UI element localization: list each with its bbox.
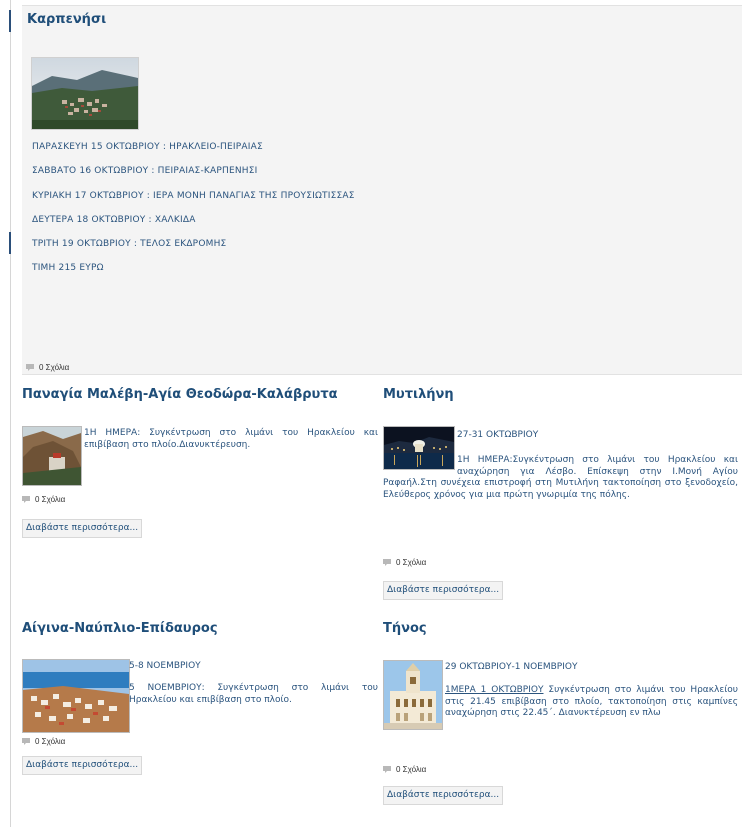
itinerary-line: ΤΡΙΤΗ 19 ΟΚΤΩΒΡΙΟΥ : ΤΕΛΟΣ ΕΚΔΡΟΜΗΣ: [32, 239, 227, 250]
comments-count: 0 Σχόλια: [396, 765, 427, 774]
comments-link[interactable]: 0 Σχόλια: [22, 737, 65, 746]
article-title[interactable]: Μυτιλήνη: [383, 387, 454, 402]
featured-thumbnail[interactable]: [31, 57, 139, 130]
article-date: 27-31 ΟΚΤΩΒΡΙΟΥ: [457, 430, 539, 440]
comments-count: 0 Σχόλια: [35, 495, 66, 504]
article-card: Τήνος 29 ΟΚΤΩΒΡΙΟΥ-1 ΝΟΕΜΒΡΙΟΥ 1ΜΕΡΑ 1 Ο…: [383, 621, 738, 774]
border-marker: [9, 232, 11, 254]
comments-link[interactable]: 0 Σχόλια: [383, 765, 426, 774]
comments-count: 0 Σχόλια: [39, 363, 70, 372]
itinerary-line: ΠΑΡΑΣΚΕΥΗ 15 ΟΚΤΩΒΡΙΟΥ : ΗΡΑΚΛΕΙΟ-ΠΕΙΡΑΙ…: [32, 142, 263, 152]
article-description: 1Η ΗΜΕΡΑ: Συγκέντρωση στο λιμάνι του Ηρα…: [84, 428, 378, 450]
itinerary-list: ΠΑΡΑΣΚΕΥΗ 15 ΟΚΤΩΒΡΙΟΥ : ΗΡΑΚΛΕΙΟ-ΠΕΙΡΑΙ…: [32, 141, 355, 287]
comment-icon: [22, 496, 30, 503]
article-card: Μυτιλήνη 27-31 ΟΚΤΩΒΡΙΟΥ 1Η ΗΜΕΡΑ:Συγκέν…: [383, 387, 738, 567]
border-marker: [9, 10, 11, 32]
article-description: 1Η ΗΜΕΡΑ:Συγκέντρωση στο λιμάνι του Ηρακ…: [383, 455, 738, 501]
float-spacer: [383, 455, 457, 469]
article-thumbnail[interactable]: [22, 659, 130, 733]
article-thumbnail[interactable]: [22, 426, 82, 486]
comments-link[interactable]: 0 Σχόλια: [26, 363, 69, 372]
article-title[interactable]: Αίγινα-Ναύπλιο-Επίδαυρος: [22, 621, 218, 636]
comments-count: 0 Σχόλια: [35, 737, 66, 746]
featured-title[interactable]: Καρπενήσι: [27, 12, 106, 27]
article-title[interactable]: Παναγία Μαλέβη-Αγία Θεοδώρα-Καλάβρυτα: [22, 387, 338, 402]
article-date: 5-8 ΝΟΕΜΒΡΙΟΥ: [129, 661, 201, 671]
read-more-button[interactable]: Διαβάστε περισσότερα...: [22, 519, 143, 538]
article-description: 1ΜΕΡΑ 1 ΟΚΤΩΒΡΙΟΥ Συγκέντρωση στο λιμάνι…: [445, 685, 738, 720]
itinerary-line: ΤΙΜΗ 215 ΕΥΡΩ: [32, 263, 104, 274]
comment-icon: [26, 364, 34, 371]
comments-count: 0 Σχόλια: [396, 558, 427, 567]
article-description: 5 ΝΟΕΜΒΡΙΟΥ: Συγκέντρωση στο λιμάνι του …: [129, 683, 378, 705]
article-card: Παναγία Μαλέβη-Αγία Θεοδώρα-Καλάβρυτα 1Η…: [22, 387, 378, 517]
featured-article: Καρπενήσι ΠΑΡΑΣΚΕΥΗ 15 ΟΚΤΩΒΡΙΟΥ : ΗΡΑΚΛ…: [22, 5, 742, 375]
comments-link[interactable]: 0 Σχόλια: [22, 495, 65, 504]
article-thumbnail[interactable]: [383, 660, 443, 730]
itinerary-line: ΚΥΡΙΑΚΗ 17 ΟΚΤΩΒΡΙΟΥ : ΙΕΡΑ ΜΟΝΗ ΠΑΝΑΓΙΑ…: [32, 190, 355, 201]
left-border: [9, 0, 11, 827]
comment-icon: [22, 738, 30, 745]
comments-link[interactable]: 0 Σχόλια: [383, 558, 426, 567]
read-more-button[interactable]: Διαβάστε περισσότερα...: [22, 756, 143, 775]
comment-icon: [383, 766, 391, 773]
itinerary-line: ΔΕΥΤΕΡΑ 18 ΟΚΤΩΒΡΙΟΥ : ΧΑΛΚΙΔΑ: [32, 214, 196, 225]
read-more-button[interactable]: Διαβάστε περισσότερα...: [383, 786, 504, 805]
itinerary-line: ΣΑΒΒΑΤΟ 16 ΟΚΤΩΒΡΙΟΥ : ΠΕΙΡΑΙΑΣ-ΚΑΡΠΕΝΗΣ…: [32, 166, 258, 177]
read-more-button[interactable]: Διαβάστε περισσότερα...: [383, 581, 504, 600]
article-description-link[interactable]: 1ΜΕΡΑ 1 ΟΚΤΩΒΡΙΟΥ: [445, 685, 543, 695]
article-date: 29 ΟΚΤΩΒΡΙΟΥ-1 ΝΟΕΜΒΡΙΟΥ: [445, 662, 578, 672]
comment-icon: [383, 559, 391, 566]
article-card: Αίγινα-Ναύπλιο-Επίδαυρος 5-8 ΝΟΕΜΒΡΙΟΥ 5…: [22, 621, 378, 751]
article-title[interactable]: Τήνος: [383, 621, 427, 636]
